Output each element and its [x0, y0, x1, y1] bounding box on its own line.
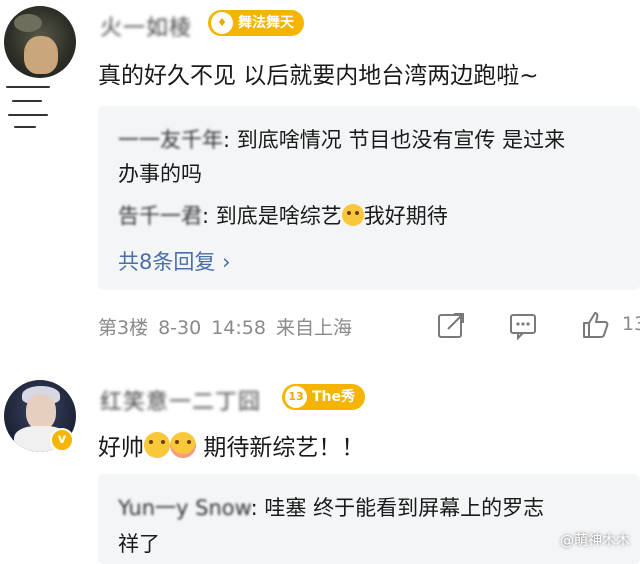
- watermark: @萌神木木: [560, 533, 630, 549]
- username[interactable]: 火一如棱: [100, 10, 192, 42]
- reply-button[interactable]: [508, 310, 538, 341]
- reply-line: 告千一君: 到底是啥综艺 我好期待: [118, 204, 448, 228]
- scribble-mark: [12, 100, 42, 102]
- like-count: 13: [622, 313, 640, 335]
- reply-line: 一一友千年: 到底啥情况 节目也没有宣传 是过来: [118, 128, 566, 152]
- reply-line-continued: 办事的吗: [118, 162, 202, 186]
- comment-text: 好帅 期待新综艺！！: [98, 428, 364, 462]
- verified-badge: v: [50, 428, 74, 452]
- comment-location: 来自上海: [275, 317, 352, 339]
- fan-level-number: 13: [285, 386, 307, 408]
- reply-username[interactable]: 告千一君: [118, 204, 202, 228]
- scribble-mark: [14, 126, 36, 128]
- chevron-right-icon: ›: [222, 250, 231, 274]
- comment-date: 8-30: [158, 317, 202, 339]
- scribble-mark: [8, 114, 48, 116]
- share-button[interactable]: [436, 310, 466, 340]
- diamond-icon: ♦: [211, 12, 233, 34]
- comment-time: 14:58: [211, 317, 266, 339]
- reply-panel: Yun一y Snow: 哇塞 终于能看到屏幕上的罗志 祥了: [98, 474, 640, 564]
- reply-line: Yun一y Snow: 哇塞 终于能看到屏幕上的罗志: [118, 496, 545, 520]
- comment-text: 真的好久不见 以后就要内地台湾两边跑啦~: [98, 63, 539, 89]
- comment-icon: [510, 314, 536, 341]
- fan-badge[interactable]: ♦ 舞法舞天: [208, 10, 304, 36]
- fan-badge[interactable]: 13 The秀: [282, 384, 366, 410]
- like-button[interactable]: [580, 310, 610, 340]
- blush-emoji-icon: [170, 432, 196, 458]
- share-icon: [438, 313, 464, 338]
- smile-emoji-icon: [144, 432, 170, 458]
- user-avatar[interactable]: [4, 6, 76, 78]
- reply-line-continued: 祥了: [118, 532, 160, 556]
- floor-number: 第3楼: [98, 317, 149, 339]
- reply-username[interactable]: 一一友千年: [118, 128, 223, 152]
- username[interactable]: 红笑意一二丁囧: [100, 384, 261, 416]
- scribble-mark: [6, 86, 50, 88]
- reply-panel: 一一友千年: 到底啥情况 节目也没有宣传 是过来 办事的吗 告千一君: 到底是啥…: [98, 106, 640, 290]
- thumbs-up-icon: [583, 312, 609, 338]
- view-more-replies-link[interactable]: 共8条回复 ›: [118, 246, 230, 276]
- crying-emoji-icon: [341, 204, 364, 226]
- comment-meta: 第3楼 8-30 14:58 来自上海: [98, 313, 362, 340]
- reply-username[interactable]: Yun一y Snow: [118, 496, 251, 520]
